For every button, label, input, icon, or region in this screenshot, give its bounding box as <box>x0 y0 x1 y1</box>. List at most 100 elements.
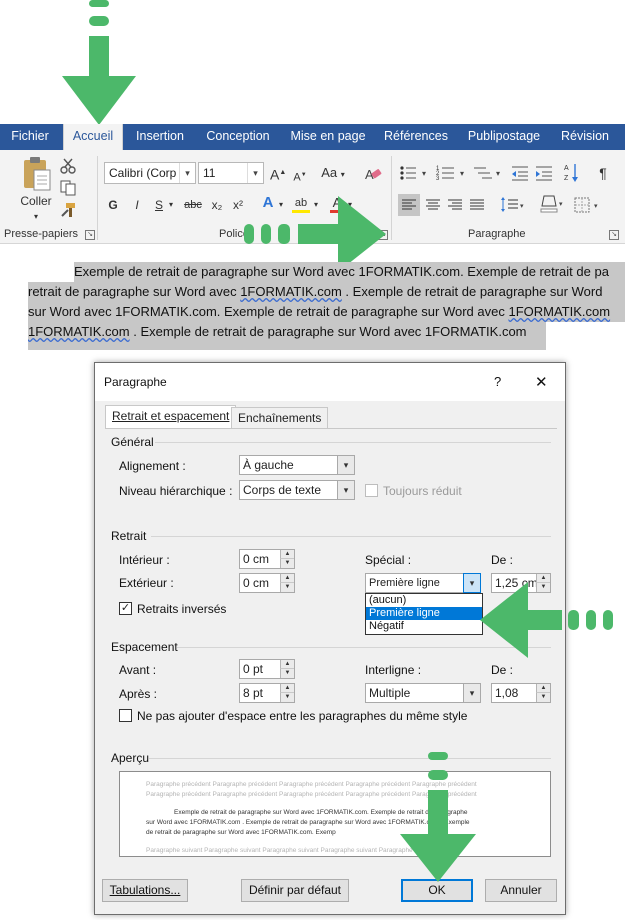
font-size-dropdown-icon[interactable]: ▾ <box>247 163 263 183</box>
section-apercu: Aperçu <box>111 751 150 765</box>
indent-right-label: Extérieur : <box>119 576 174 590</box>
no-space-checkbox[interactable] <box>119 709 132 722</box>
align-right-icon[interactable] <box>444 194 466 216</box>
indent-right-value: 0 cm <box>243 576 270 590</box>
tab-insertion[interactable]: Insertion <box>130 124 190 150</box>
level-select[interactable]: Corps de texte ▾ <box>239 480 355 500</box>
font-name-combo[interactable]: Calibri (Corp ▾ <box>104 162 196 184</box>
format-painter-icon[interactable] <box>60 202 76 218</box>
line-spacing-icon[interactable]: ▾ <box>498 194 526 216</box>
spin-down-icon[interactable]: ▼ <box>280 583 294 592</box>
line-spacing-value: Multiple <box>369 686 411 700</box>
chevron-down-icon[interactable]: ▾ <box>463 683 481 703</box>
multilevel-list-icon[interactable]: ▾ <box>472 164 508 182</box>
alignment-value: À gauche <box>243 458 294 472</box>
special-option-premiere-ligne[interactable]: Première ligne <box>366 607 482 620</box>
special-option-aucun[interactable]: (aucun) <box>366 594 482 607</box>
spacing-before-spinner[interactable]: 0 pt ▲ ▼ <box>239 659 295 679</box>
cut-icon[interactable] <box>60 158 76 174</box>
indent-right-spinner[interactable]: 0 cm ▲ ▼ <box>239 573 295 593</box>
spacing-after-spinner[interactable]: 8 pt ▲ ▼ <box>239 683 295 703</box>
mirror-indents-checkbox[interactable]: ✓ <box>119 602 132 615</box>
decrease-indent-icon[interactable] <box>510 164 530 182</box>
numbering-icon[interactable]: 1 2 3 ▾ <box>436 164 472 182</box>
increase-indent-icon[interactable] <box>534 164 554 182</box>
font-size-combo[interactable]: 11 ▾ <box>198 162 264 184</box>
spin-up-icon[interactable]: ▲ <box>280 574 294 583</box>
indent-left-spinner[interactable]: 0 cm ▲ ▼ <box>239 549 295 569</box>
spin-down-icon[interactable]: ▼ <box>280 669 294 678</box>
font-name-dropdown-icon[interactable]: ▾ <box>179 163 195 183</box>
document-line: 1FORMATIK.com . Exemple de retrait de pa… <box>28 322 546 350</box>
tab-enchainements[interactable]: Enchaînements <box>231 407 329 429</box>
tabs-button-label: Tabulations... <box>109 883 181 897</box>
tab-revision[interactable]: Révision <box>554 124 616 150</box>
align-left-button[interactable] <box>398 194 420 216</box>
shrink-font-button[interactable]: A▼ <box>293 166 307 187</box>
ok-button[interactable]: OK <box>401 879 473 902</box>
spin-down-icon[interactable]: ▼ <box>280 693 294 702</box>
special-option-negatif[interactable]: Négatif <box>366 620 482 633</box>
document-text: . Exemple de retrait de paragraphe sur W… <box>341 284 603 299</box>
underline-dropdown-icon[interactable]: ▾ <box>166 196 176 214</box>
tab-conception[interactable]: Conception <box>199 124 277 150</box>
spin-up-icon[interactable]: ▲ <box>280 660 294 669</box>
italic-button[interactable]: I <box>130 196 144 214</box>
alignment-select[interactable]: À gauche ▾ <box>239 455 355 475</box>
line-spacing-at-spinner[interactable]: 1,08 ▲ ▼ <box>491 683 551 703</box>
tabs-button[interactable]: Tabulations... <box>102 879 188 902</box>
borders-icon[interactable]: ▾ <box>572 194 602 216</box>
subscript-button[interactable]: x₂ <box>208 196 226 214</box>
paste-icon[interactable] <box>20 156 54 192</box>
chevron-down-icon[interactable]: ▾ <box>463 573 481 593</box>
ribbon-tab-bar: Fichier Accueil Insertion Conception Mis… <box>0 124 625 151</box>
align-center-icon[interactable] <box>422 194 444 216</box>
tab-fichier[interactable]: Fichier <box>4 124 56 150</box>
cancel-button[interactable]: Annuler <box>485 879 557 902</box>
dialog-title-bar: Paragraphe ? ✕ <box>95 363 565 401</box>
section-retrait: Retrait <box>111 529 147 543</box>
close-button[interactable]: ✕ <box>535 373 548 391</box>
document-link-text: 1FORMATIK.com <box>28 324 130 339</box>
document-link-text: 1FORMATIK.com <box>240 284 342 299</box>
help-button[interactable]: ? <box>494 374 501 389</box>
spin-up-icon[interactable]: ▲ <box>280 684 294 693</box>
spacing-after-value: 8 pt <box>243 686 264 700</box>
spin-down-icon[interactable]: ▼ <box>280 559 294 568</box>
copy-icon[interactable] <box>60 180 76 196</box>
collapsed-checkbox[interactable] <box>365 484 378 497</box>
clipboard-launcher-icon[interactable]: ↘ <box>85 230 95 240</box>
clear-formatting-icon[interactable]: A <box>364 166 382 182</box>
tab-publipostage[interactable]: Publipostage <box>462 124 546 150</box>
paste-dropdown-chevron-icon[interactable]: ▾ <box>30 208 42 226</box>
justify-icon[interactable] <box>466 194 488 216</box>
special-select[interactable]: Première ligne ▾ <box>365 573 481 593</box>
paragraph-launcher-icon[interactable]: ↘ <box>609 230 619 240</box>
tab-mise-en-page[interactable]: Mise en page <box>285 124 371 150</box>
bullets-icon[interactable]: ▾ <box>398 164 434 182</box>
document-line: sur Word avec 1FORMATIK.com. Exemple de … <box>28 302 625 322</box>
tab-references[interactable]: Références <box>380 124 452 150</box>
set-default-button[interactable]: Définir par défaut <box>241 879 349 902</box>
change-case-button[interactable]: Aa ▾ <box>318 164 348 184</box>
sort-icon[interactable]: AZ <box>564 162 580 184</box>
section-divider <box>155 442 551 443</box>
spin-down-icon[interactable]: ▼ <box>536 693 550 702</box>
alignment-label: Alignement : <box>119 459 186 473</box>
grow-font-button[interactable]: A▲ <box>270 164 286 184</box>
special-label: Spécial : <box>365 553 412 567</box>
strikethrough-button[interactable]: abc <box>182 196 204 214</box>
shading-icon[interactable]: ▾ <box>538 192 566 216</box>
chevron-down-icon[interactable]: ▾ <box>337 455 355 475</box>
tab-retrait-espacement[interactable]: Retrait et espacement <box>105 405 237 429</box>
spin-up-icon[interactable]: ▲ <box>536 684 550 693</box>
spin-up-icon[interactable]: ▲ <box>280 550 294 559</box>
chevron-down-icon[interactable]: ▾ <box>337 480 355 500</box>
line-spacing-select[interactable]: Multiple ▾ <box>365 683 481 703</box>
tab-panel-border <box>105 428 557 429</box>
tab-accueil[interactable]: Accueil <box>63 124 123 151</box>
document-line: retrait de paragraphe sur Word avec 1FOR… <box>28 282 625 302</box>
show-marks-button[interactable]: ¶ <box>596 164 610 182</box>
bold-button[interactable]: G <box>106 196 120 214</box>
underline-button[interactable]: S <box>152 196 166 214</box>
